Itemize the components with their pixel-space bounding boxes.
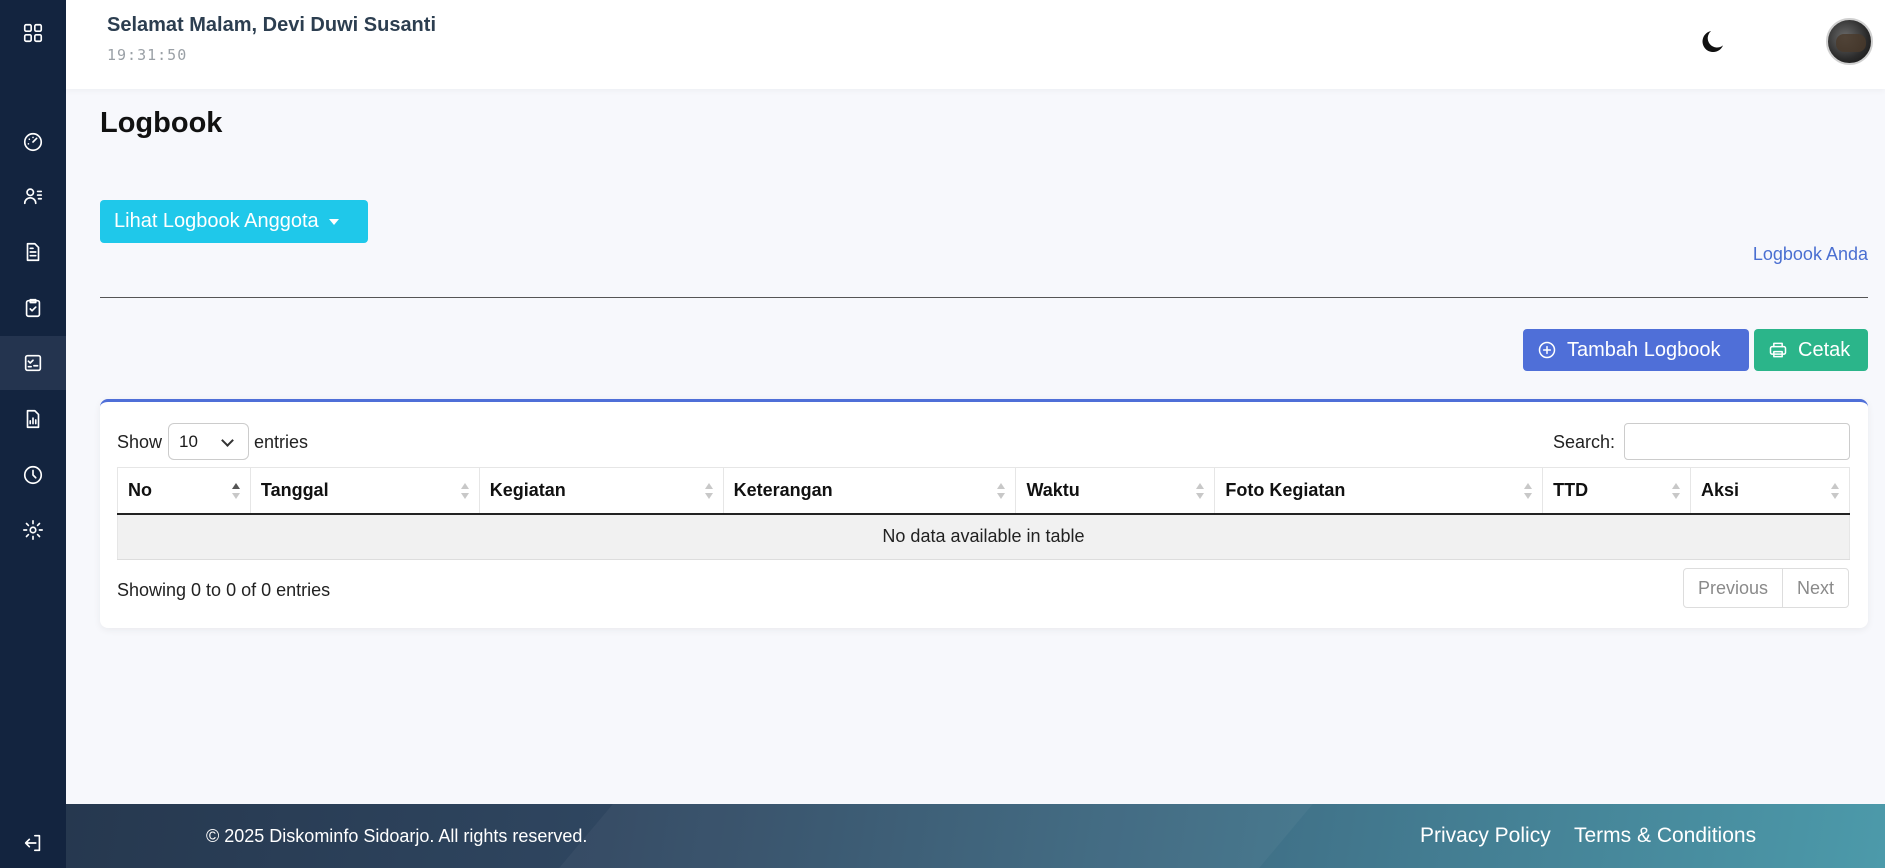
table-info: Showing 0 to 0 of 0 entries bbox=[117, 580, 331, 600]
column-label: Tanggal bbox=[260, 479, 329, 500]
show-label: Show bbox=[117, 432, 163, 452]
column-header-kegiatan[interactable]: Kegiatan bbox=[478, 467, 724, 515]
add-logbook-label: Tambah Logbook bbox=[1567, 338, 1721, 361]
chevron-down-icon bbox=[221, 434, 234, 447]
sort-ascending-icon bbox=[231, 483, 240, 501]
pagination: Previous Next bbox=[1683, 568, 1850, 608]
print-button[interactable]: Cetak bbox=[1754, 329, 1868, 371]
search-input[interactable] bbox=[1624, 423, 1850, 460]
empty-table-message: No data available in table bbox=[117, 513, 1850, 560]
member-logbook-dropdown-button[interactable]: Lihat Logbook Anggota bbox=[100, 200, 368, 243]
page-title: Logbook bbox=[100, 107, 223, 139]
printer-icon bbox=[1769, 342, 1787, 358]
clock-text: 19:31:50 bbox=[107, 46, 188, 64]
sort-icon bbox=[704, 483, 713, 501]
print-label: Cetak bbox=[1798, 338, 1851, 361]
column-label: Aksi bbox=[1701, 479, 1740, 500]
grid-icon[interactable] bbox=[0, 6, 66, 60]
footer: © 2025 Diskominfo Sidoarjo. All rights r… bbox=[66, 804, 1885, 868]
column-label: Foto Kegiatan bbox=[1225, 479, 1346, 500]
column-header-ttd[interactable]: TTD bbox=[1542, 467, 1691, 515]
top-header: Selamat Malam, Devi Duwi Susanti 19:31:5… bbox=[66, 0, 1885, 89]
terms-conditions-link[interactable]: Terms & Conditions bbox=[1574, 824, 1756, 848]
column-header-waktu[interactable]: Waktu bbox=[1015, 467, 1215, 515]
column-header-no[interactable]: No bbox=[117, 467, 251, 515]
sort-icon bbox=[1196, 483, 1205, 501]
search-label: Search: bbox=[1553, 432, 1616, 452]
column-label: Waktu bbox=[1026, 479, 1080, 500]
table-row: No data available in table bbox=[117, 513, 1850, 560]
next-page-button[interactable]: Next bbox=[1782, 569, 1848, 607]
sidebar bbox=[0, 0, 66, 868]
user-list-icon[interactable] bbox=[0, 169, 66, 223]
entries-label: entries bbox=[254, 432, 309, 452]
caret-down-icon bbox=[328, 218, 339, 225]
column-label: Kegiatan bbox=[489, 479, 566, 500]
column-label: TTD bbox=[1553, 479, 1589, 500]
column-header-tanggal[interactable]: Tanggal bbox=[249, 467, 480, 515]
sort-icon bbox=[1524, 483, 1533, 501]
column-label: Keterangan bbox=[733, 479, 833, 500]
table-header-row: No Tanggal Kegiatan Keterangan Waktu Fot… bbox=[117, 467, 1850, 515]
add-logbook-button[interactable]: Tambah Logbook bbox=[1523, 329, 1749, 371]
logbook-table-card: Show 10 entries Search: No Tanggal Kegia… bbox=[100, 399, 1868, 628]
your-logbook-link[interactable]: Logbook Anda bbox=[1753, 244, 1868, 265]
column-header-aksi[interactable]: Aksi bbox=[1690, 467, 1850, 515]
logbook-table: No Tanggal Kegiatan Keterangan Waktu Fot… bbox=[117, 467, 1850, 560]
checklist-icon[interactable] bbox=[0, 336, 66, 390]
column-label: No bbox=[128, 479, 152, 500]
avatar[interactable] bbox=[1826, 18, 1873, 65]
dashboard-gauge-icon[interactable] bbox=[0, 115, 66, 169]
column-header-foto-kegiatan[interactable]: Foto Kegiatan bbox=[1214, 467, 1543, 515]
greeting-text: Selamat Malam, Devi Duwi Susanti bbox=[107, 14, 436, 36]
member-logbook-dropdown-label: Lihat Logbook Anggota bbox=[114, 210, 319, 232]
sort-icon bbox=[1831, 483, 1839, 501]
copyright-text: © 2025 Diskominfo Sidoarjo. All rights r… bbox=[206, 826, 588, 846]
gear-icon[interactable] bbox=[0, 503, 66, 557]
previous-page-button[interactable]: Previous bbox=[1684, 569, 1782, 607]
logout-icon[interactable] bbox=[0, 816, 66, 868]
clock-icon[interactable] bbox=[0, 448, 66, 502]
sort-icon bbox=[460, 483, 469, 501]
privacy-policy-link[interactable]: Privacy Policy bbox=[1420, 824, 1551, 848]
page-length-value: 10 bbox=[179, 431, 198, 451]
sort-icon bbox=[997, 483, 1006, 501]
report-chart-icon[interactable] bbox=[0, 392, 66, 446]
clipboard-check-icon[interactable] bbox=[0, 281, 66, 335]
divider bbox=[100, 297, 1868, 298]
sort-icon bbox=[1672, 483, 1681, 501]
document-icon[interactable] bbox=[0, 225, 66, 279]
column-header-keterangan[interactable]: Keterangan bbox=[722, 467, 1016, 515]
dark-mode-moon-icon[interactable] bbox=[1698, 26, 1728, 56]
plus-circle-icon bbox=[1538, 341, 1556, 359]
page-length-select[interactable]: 10 bbox=[168, 423, 249, 460]
